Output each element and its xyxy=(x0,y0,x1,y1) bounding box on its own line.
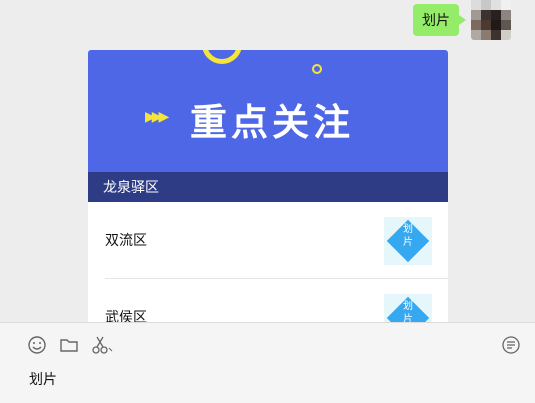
scissors-icon[interactable] xyxy=(91,335,113,355)
article-item-title: 武侯区 xyxy=(105,309,147,322)
article-banner[interactable]: ▶▶▶ 重点关注 龙泉驿区 xyxy=(88,50,448,202)
thumbnail-text: 划片 xyxy=(403,301,413,322)
sent-message-text: 划片 xyxy=(422,12,450,28)
banner-heading: 重点关注 xyxy=(190,101,354,144)
message-input-field[interactable]: 划片 xyxy=(29,369,57,389)
article-list-item[interactable]: 武侯区 划片 xyxy=(88,279,448,322)
thumbnail-text: 划片 xyxy=(403,224,413,248)
article-item-thumbnail: 划片 xyxy=(384,217,432,265)
triple-arrow-icon: ▶▶▶ xyxy=(145,108,169,124)
sent-message-bubble[interactable]: 划片 xyxy=(413,4,466,36)
article-card[interactable]: ▶▶▶ 重点关注 龙泉驿区 双流区 划片 武侯区 划片 xyxy=(88,50,448,322)
decorative-dot xyxy=(312,64,322,74)
chat-history-icon[interactable] xyxy=(501,335,521,355)
chat-message-area[interactable]: 划片 ▶▶▶ 重点关注 龙泉驿区 双流区 划片 武侯区 划 片 xyxy=(0,0,535,322)
article-item-title: 双流区 xyxy=(105,232,147,248)
article-list-item[interactable]: 双流区 划片 xyxy=(88,202,448,278)
folder-icon[interactable] xyxy=(59,335,79,355)
emoji-icon[interactable] xyxy=(27,335,47,355)
banner-caption: 龙泉驿区 xyxy=(88,172,448,202)
message-input-area[interactable]: 划片 xyxy=(0,322,535,403)
decorative-ring xyxy=(202,50,242,64)
article-item-thumbnail: 划片 xyxy=(384,294,432,322)
avatar[interactable] xyxy=(471,0,511,40)
